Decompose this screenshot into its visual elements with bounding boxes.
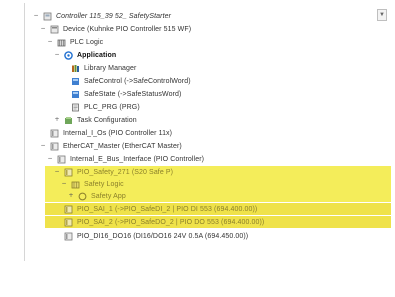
tree-item-label: Controller 115_39 52_ SafetyStarter — [56, 12, 172, 20]
collapse-icon[interactable]: − — [47, 156, 53, 162]
application-icon — [78, 192, 87, 201]
tree-item-label: PLC Logic — [70, 38, 104, 46]
plc-logic-icon — [57, 38, 66, 47]
plc-logic-icon — [71, 180, 80, 189]
tree-item-label: Internal_E_Bus_Interface (PIO Controller… — [70, 155, 205, 163]
tree-item-safe-control[interactable]: SafeControl (->SafeControlWord) — [25, 75, 391, 87]
controller-icon — [43, 12, 52, 21]
tree-item-label: PLC_PRG (PRG) — [84, 103, 140, 111]
tree-item-label: Task Configuration — [77, 116, 137, 124]
tree-item-label: Device (Kuhnke PIO Controller 515 WF) — [63, 25, 192, 33]
tree-item-task-configuration[interactable]: + Task Configuration — [25, 114, 391, 126]
tree-item-label: Safety App — [91, 192, 126, 200]
collapse-icon[interactable]: − — [54, 52, 60, 58]
tree-item-plc-logic[interactable]: − PLC Logic — [25, 36, 391, 48]
tree-item-pio-sai-2[interactable]: PIO_SAI_2 (->PIO_SafeDO_2 | PIO DO 553 (… — [45, 216, 391, 228]
tree-item-pio-di16[interactable]: PIO_DI16_DO16 (DI16/DO16 24V 0.5A (694.4… — [25, 230, 391, 242]
tree-item-label: EtherCAT_Master (EtherCAT Master) — [63, 142, 182, 150]
tree-item-label: Safety Logic — [84, 180, 124, 188]
io-module-icon — [50, 129, 59, 138]
tree-item-label: PIO_Safety_271 (S20 Safe P) — [77, 168, 174, 176]
tree-item-device[interactable]: − Device (Kuhnke PIO Controller 515 WF) — [25, 23, 391, 35]
io-module-icon — [64, 168, 73, 177]
tree-item-label: Application — [77, 51, 117, 59]
io-module-icon — [50, 142, 59, 151]
io-module-icon — [64, 232, 73, 241]
tree-item-ethercat-master[interactable]: − EtherCAT_Master (EtherCAT Master) — [25, 140, 391, 152]
device-icon — [50, 25, 59, 34]
tree-item-controller[interactable]: − Controller 115_39 52_ SafetyStarter — [25, 10, 391, 22]
expand-icon[interactable]: + — [54, 117, 60, 123]
io-module-icon — [64, 218, 73, 227]
tree-item-application[interactable]: − Application — [25, 49, 391, 61]
tree-item-safe-state[interactable]: SafeState (->SafeStatusWord) — [25, 88, 391, 100]
collapse-icon[interactable]: − — [54, 169, 60, 175]
expand-icon[interactable]: + — [68, 193, 74, 199]
tree-item-safety-app[interactable]: + Safety App — [45, 190, 391, 202]
tree-item-internal-ios[interactable]: Internal_I_Os (PIO Controller 11x) — [25, 127, 391, 139]
application-icon — [64, 50, 73, 60]
device-tree-panel: ▼ − Controller 115_39 52_ SafetyStarter … — [24, 3, 395, 261]
tree-item-pio-safety[interactable]: − PIO_Safety_271 (S20 Safe P) — [45, 166, 391, 178]
collapse-icon[interactable]: − — [47, 39, 53, 45]
tree-item-label: PIO_SAI_2 (->PIO_SafeDO_2 | PIO DO 553 (… — [77, 218, 265, 226]
variable-icon — [71, 90, 80, 99]
collapse-icon[interactable]: − — [61, 181, 67, 187]
tree-item-label: Internal_I_Os (PIO Controller 11x) — [63, 129, 173, 137]
tree-item-label: SafeControl (->SafeControlWord) — [84, 77, 191, 85]
collapse-icon[interactable]: − — [40, 26, 46, 32]
library-icon — [71, 64, 80, 73]
io-module-icon — [57, 155, 66, 164]
collapse-icon[interactable]: − — [40, 143, 46, 149]
collapse-icon[interactable]: − — [33, 13, 39, 19]
tree-item-label: SafeState (->SafeStatusWord) — [84, 90, 182, 98]
tree-item-library-manager[interactable]: Library Manager — [25, 62, 391, 74]
task-icon — [64, 116, 73, 125]
tree-item-label: PIO_SAI_1 (->PIO_SafeDI_2 | PIO DI 553 (… — [77, 205, 258, 213]
program-icon — [71, 103, 80, 112]
variable-icon — [71, 77, 80, 86]
io-module-icon — [64, 205, 73, 214]
tree-item-label: PIO_DI16_DO16 (DI16/DO16 24V 0.5A (694.4… — [77, 232, 249, 240]
tree-item-label: Library Manager — [84, 64, 137, 72]
tree-item-internal-ebus[interactable]: − Internal_E_Bus_Interface (PIO Controll… — [25, 153, 391, 165]
tree-item-plc-prg[interactable]: PLC_PRG (PRG) — [25, 101, 391, 113]
tree-item-pio-sai-1[interactable]: PIO_SAI_1 (->PIO_SafeDI_2 | PIO DI 553 (… — [45, 203, 391, 215]
tree-item-safety-logic[interactable]: − Safety Logic — [45, 178, 391, 190]
